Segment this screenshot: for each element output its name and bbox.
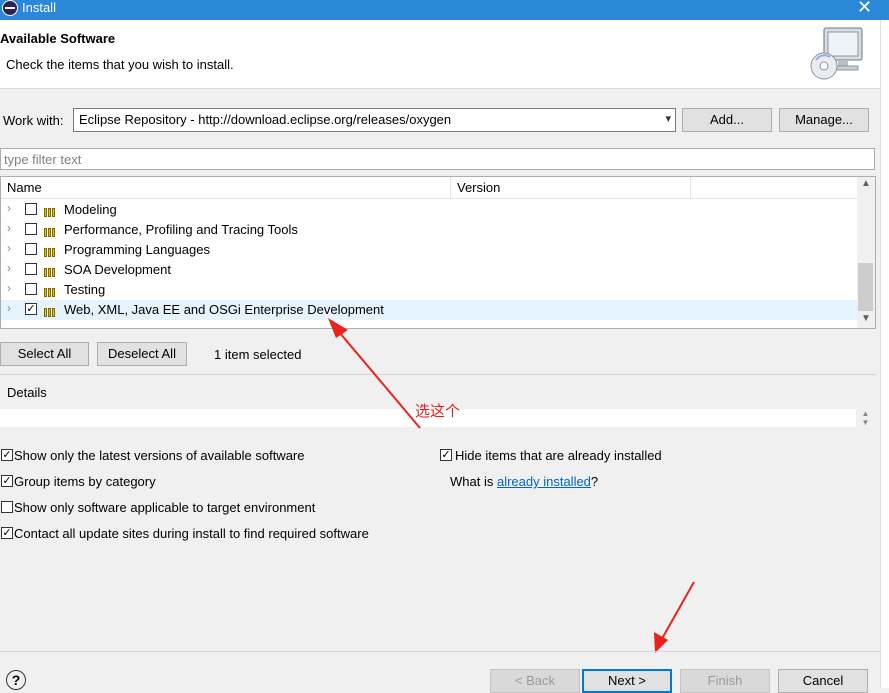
annotation-arrow-next — [654, 581, 695, 653]
cancel-button[interactable]: Cancel — [778, 669, 868, 693]
annotation-overlay — [328, 318, 695, 653]
finish-button[interactable]: Finish — [680, 669, 770, 693]
next-button[interactable]: Next > — [582, 669, 672, 693]
footer-separator — [0, 651, 880, 652]
help-icon[interactable]: ? — [6, 670, 26, 690]
annotation-text: 选这个 — [415, 403, 461, 420]
annotation-arrow-tree — [328, 318, 421, 429]
back-button[interactable]: < Back — [490, 669, 580, 693]
